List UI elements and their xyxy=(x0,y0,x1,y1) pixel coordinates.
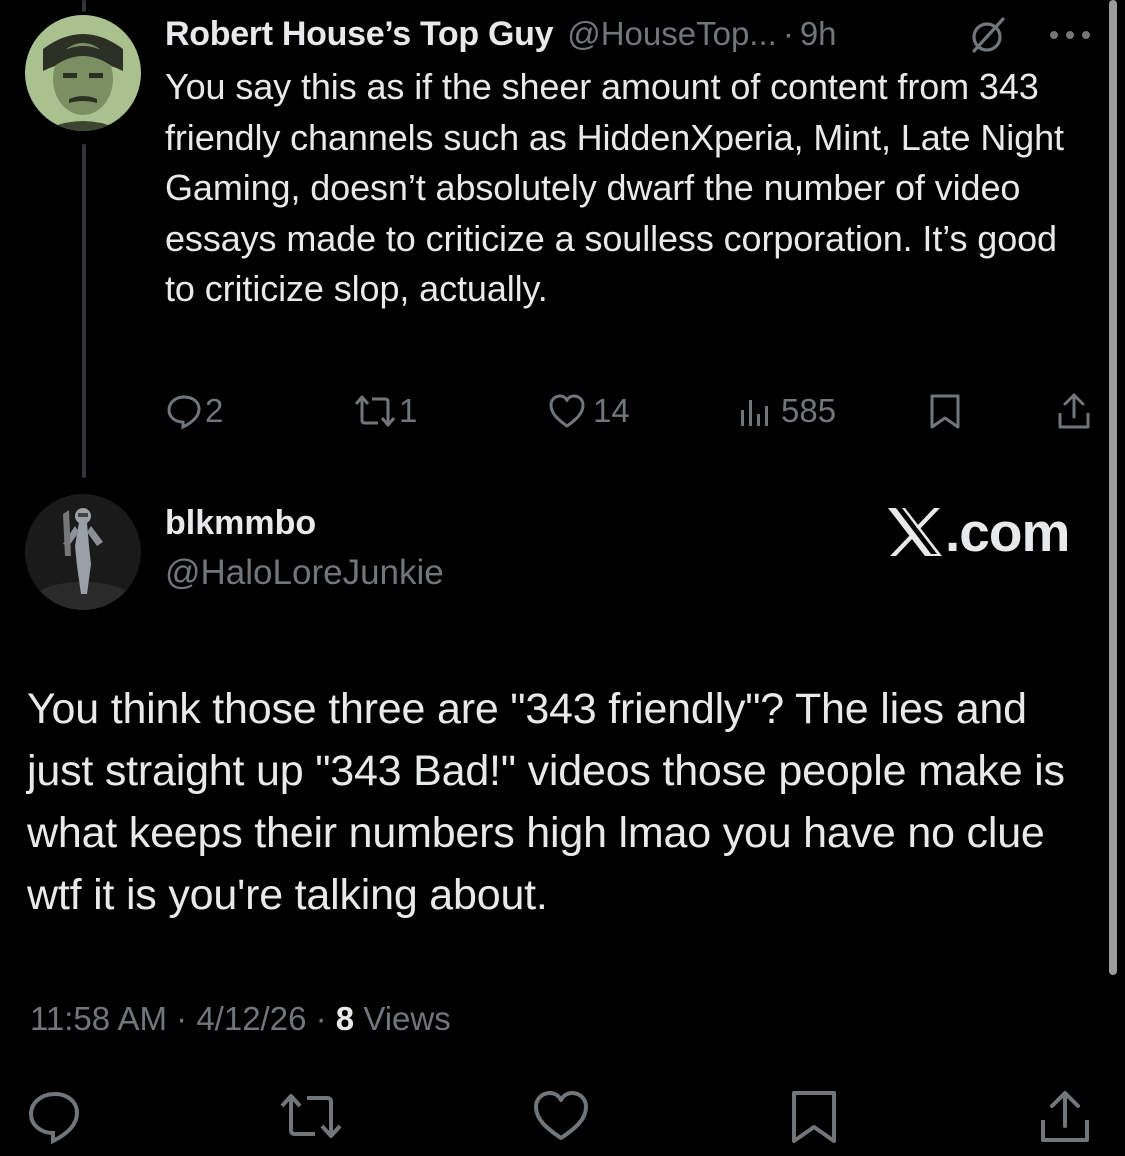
separator: · xyxy=(176,1000,188,1037)
repost-count: 1 xyxy=(399,392,418,429)
views-icon xyxy=(741,400,768,426)
like-button[interactable]: 14 xyxy=(547,388,630,434)
grok-icon[interactable] xyxy=(968,15,1008,55)
repost-button[interactable]: 1 xyxy=(352,388,417,434)
separator: · xyxy=(782,15,794,52)
thread-connector xyxy=(82,144,86,478)
bookmark-icon xyxy=(930,394,960,429)
repost-button[interactable] xyxy=(277,1088,342,1148)
bookmark-button[interactable] xyxy=(927,388,963,434)
more-icon[interactable] xyxy=(1046,26,1094,44)
handle[interactable]: @HouseTop... xyxy=(567,15,777,53)
separator: · xyxy=(315,1000,327,1037)
handle[interactable]: @HaloLoreJunkie xyxy=(165,553,444,593)
avatar-spartan-image xyxy=(25,494,141,610)
repost-icon xyxy=(280,1094,342,1138)
heart-icon xyxy=(534,1091,588,1140)
bookmark-icon xyxy=(792,1091,836,1143)
timestamp[interactable]: 9h xyxy=(800,15,837,53)
views-count: 585 xyxy=(781,392,837,429)
tweet-date[interactable]: 4/12/26 xyxy=(196,1000,306,1037)
reply-button[interactable]: 2 xyxy=(165,388,223,434)
reply-count: 2 xyxy=(205,392,224,429)
scrollbar[interactable] xyxy=(1109,0,1117,975)
avatar[interactable] xyxy=(25,494,141,610)
reply-icon xyxy=(28,1091,80,1145)
like-button[interactable] xyxy=(530,1088,590,1148)
tweet-text: You say this as if the sheer amount of c… xyxy=(165,66,1064,309)
display-name[interactable]: blkmmbo xyxy=(165,504,316,543)
bottom-action-bar xyxy=(0,1088,1125,1148)
share-button[interactable] xyxy=(1055,388,1093,434)
like-count: 14 xyxy=(593,392,630,429)
repost-icon xyxy=(354,395,396,427)
share-button[interactable] xyxy=(1036,1088,1096,1148)
x-logo: .com xyxy=(885,500,1070,564)
parent-tweet-header: Robert House’s Top Guy @HouseTop... · 9h xyxy=(165,12,837,56)
share-icon xyxy=(1041,1091,1089,1142)
brand-text: .com xyxy=(945,501,1070,563)
display-name[interactable]: Robert House’s Top Guy xyxy=(165,15,554,54)
views-label: Views xyxy=(363,1000,451,1037)
avatar-portrait-image xyxy=(25,15,141,131)
tweet-time[interactable]: 11:58 AM xyxy=(30,1000,167,1037)
share-icon xyxy=(1058,393,1090,429)
view-count: 8 xyxy=(335,1000,355,1037)
bookmark-button[interactable] xyxy=(788,1088,848,1148)
heart-icon xyxy=(549,394,585,428)
tweet-actions: 2 1 14 585 xyxy=(165,388,1095,434)
thread-connector-top xyxy=(82,0,86,12)
reply-button[interactable] xyxy=(25,1088,85,1148)
tweet-text: You think those three are "343 friendly"… xyxy=(27,685,1065,919)
reply-icon xyxy=(167,395,201,430)
tweet-meta: 11:58 AM · 4/12/26 · 8 Views xyxy=(30,1000,451,1038)
views-button[interactable]: 585 xyxy=(737,388,836,434)
avatar[interactable] xyxy=(25,15,141,131)
x-logo-icon xyxy=(888,508,942,556)
